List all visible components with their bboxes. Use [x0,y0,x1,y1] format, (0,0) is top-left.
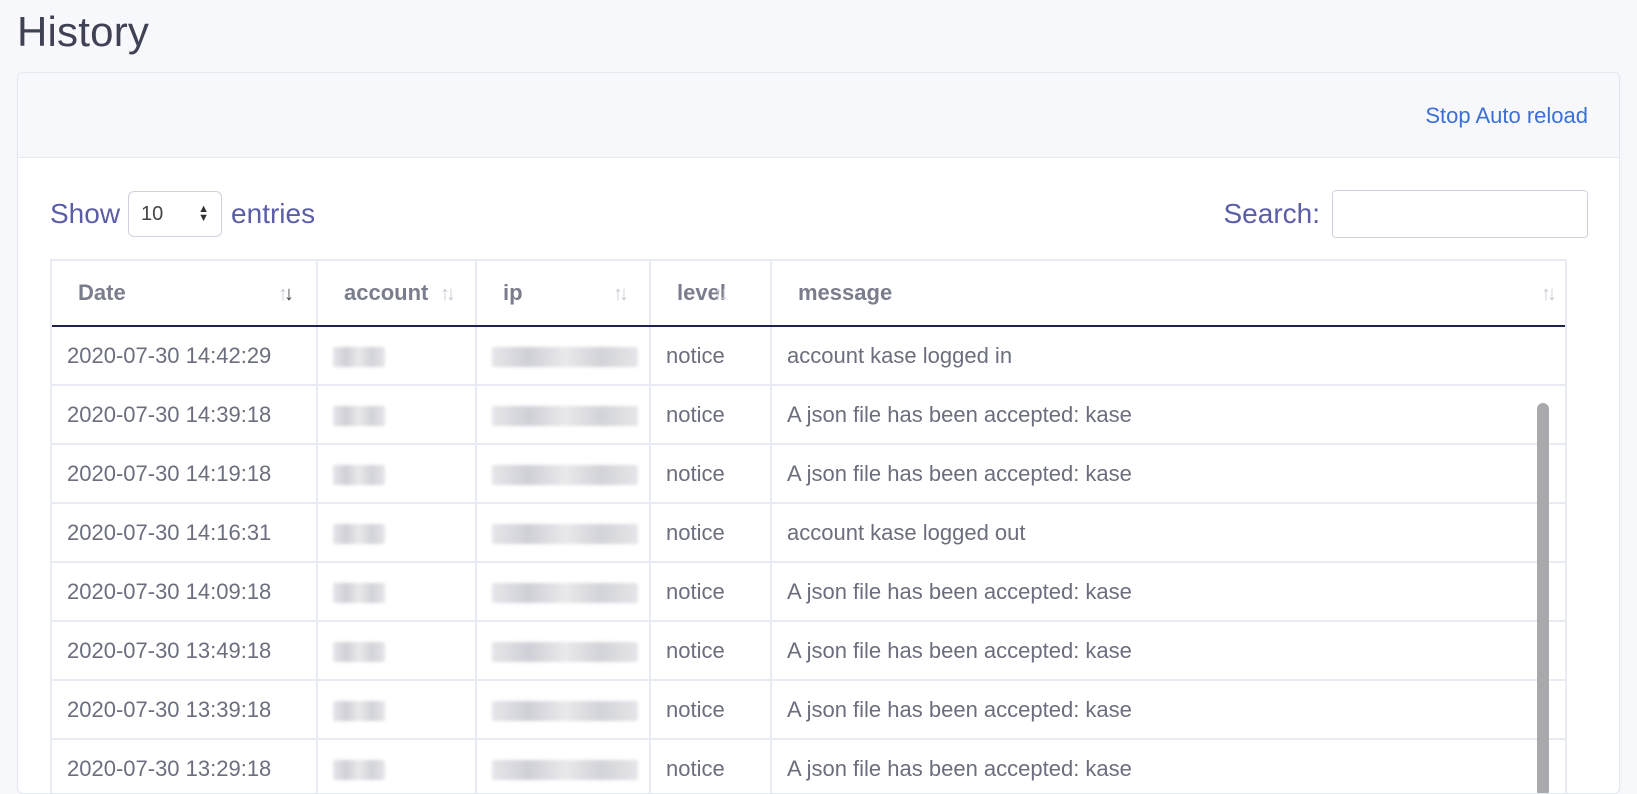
ip-cell [476,503,651,563]
message-cell: A json file has been accepted: kase [771,444,1565,504]
column-header-ip[interactable]: ip ↑↓ [476,261,651,327]
stop-auto-reload-link[interactable]: Stop Auto reload [1425,103,1588,129]
message-cell: A json file has been accepted: kase [771,680,1565,740]
table-header-row: Date ↑↓ account ↑↓ ip ↑↓ level ↑↓ messag… [52,261,1565,327]
account-cell [317,503,477,563]
table-row: 2020-07-30 13:49:18 notice A json file has… [52,621,1565,681]
ip-cell [476,562,651,622]
ip-cell [476,680,651,740]
redacted-ip [492,700,638,721]
show-label: Show [50,198,121,229]
column-label: Date [78,280,126,305]
account-cell [317,562,477,622]
entries-length-control: Show 10 ▲ ▼ entries [50,190,315,238]
card-header: Stop Auto reload [18,73,1619,158]
table-row: 2020-07-30 14:39:18 notice A json file has… [52,385,1565,445]
table-scrollbar[interactable] [1537,403,1549,793]
sort-icon: ↑↓ [713,283,729,305]
ip-cell [476,621,651,681]
table-row: 2020-07-30 14:42:29 notice account kase lo… [52,326,1565,386]
search-input[interactable] [1332,190,1588,238]
search-label: Search: [1223,198,1321,229]
message-cell: A json file has been accepted: kase [771,621,1565,681]
search-control: Search: [1223,190,1588,238]
column-label: account [344,280,429,305]
redacted-ip [492,405,638,426]
entries-label: entries [231,198,316,229]
message-cell: account kase logged out [771,503,1565,563]
redacted-ip [492,582,638,603]
redacted-ip [492,523,638,544]
column-header-date[interactable]: Date ↑↓ [52,261,318,327]
redacted-ip [492,346,638,367]
account-cell [317,385,477,445]
column-label: message [798,280,893,305]
account-cell [317,680,477,740]
message-cell: account kase logged in [771,326,1565,386]
column-label: ip [503,280,523,305]
history-table-wrapper: Date ↑↓ account ↑↓ ip ↑↓ level ↑↓ messag… [50,259,1567,793]
account-cell [317,326,477,386]
sort-icon: ↑↓ [613,283,629,305]
date-cell: 2020-07-30 14:09:18 [52,562,318,622]
message-cell: A json file has been accepted: kase [771,739,1565,793]
select-arrows-icon: ▲ ▼ [198,203,210,224]
date-cell: 2020-07-30 14:39:18 [52,385,318,445]
column-header-account[interactable]: account ↑↓ [317,261,477,327]
level-cell: notice [650,326,772,386]
date-cell: 2020-07-30 13:39:18 [52,680,318,740]
level-cell: notice [650,503,772,563]
account-cell [317,444,477,504]
date-cell: 2020-07-30 13:49:18 [52,621,318,681]
history-card: Stop Auto reload Show 10 ▲ ▼ entries Sear… [17,72,1620,794]
ip-cell [476,739,651,793]
message-cell: A json file has been accepted: kase [771,562,1565,622]
account-cell [317,621,477,681]
level-cell: notice [650,739,772,793]
sort-desc-icon: ↑↓ [278,283,294,305]
table-row: 2020-07-30 14:19:18 notice A json file has… [52,444,1565,504]
date-cell: 2020-07-30 14:42:29 [52,326,318,386]
table-row: 2020-07-30 13:29:18 notice A json file has… [52,739,1565,793]
ip-cell [476,385,651,445]
table-row: 2020-07-30 14:16:31 notice account kase lo… [52,503,1565,563]
redacted-ip [492,464,638,485]
level-cell: notice [650,621,772,681]
redacted-account [333,582,385,603]
redacted-account [333,641,385,662]
date-cell: 2020-07-30 14:19:18 [52,444,318,504]
table-row: 2020-07-30 14:09:18 notice A json file has… [52,562,1565,622]
redacted-account [333,464,385,485]
table-row: 2020-07-30 13:39:18 notice A json file has… [52,680,1565,740]
redacted-account [333,346,385,367]
entries-length-value: 10 [141,202,164,225]
sort-icon: ↑↓ [1541,283,1557,305]
sort-icon: ↑↓ [440,283,456,305]
level-cell: notice [650,385,772,445]
redacted-account [333,523,385,544]
date-cell: 2020-07-30 14:16:31 [52,503,318,563]
level-cell: notice [650,444,772,504]
column-header-level[interactable]: level ↑↓ [650,261,772,327]
column-header-message[interactable]: message ↑↓ [771,261,1565,327]
redacted-ip [492,641,638,662]
page-title: History [17,8,150,55]
entries-length-select[interactable]: 10 ▲ ▼ [128,191,223,237]
ip-cell [476,444,651,504]
history-table: Date ↑↓ account ↑↓ ip ↑↓ level ↑↓ messag… [52,261,1565,793]
redacted-account [333,700,385,721]
date-cell: 2020-07-30 13:29:18 [52,739,318,793]
redacted-ip [492,759,638,780]
level-cell: notice [650,680,772,740]
redacted-account [333,405,385,426]
account-cell [317,739,477,793]
ip-cell [476,326,651,386]
redacted-account [333,759,385,780]
level-cell: notice [650,562,772,622]
message-cell: A json file has been accepted: kase [771,385,1565,445]
